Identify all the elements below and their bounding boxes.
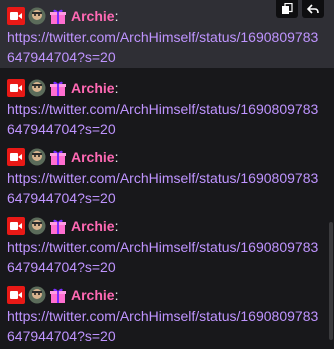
video-badge-icon[interactable] [7, 217, 25, 235]
username-colon: : [114, 80, 119, 96]
video-badge-icon[interactable] [7, 286, 25, 304]
chat-message[interactable]: Archie: https://twitter.com/ArchHimself/… [0, 0, 334, 68]
message-link[interactable]: https://twitter.com/ArchHimself/status/1… [7, 237, 323, 277]
chat-message[interactable]: Archie: https://twitter.com/ArchHimself/… [0, 141, 326, 209]
username-colon: : [114, 287, 119, 303]
chat-message-header: Archie: [7, 284, 320, 306]
chat-message[interactable]: Archie: https://twitter.com/ArchHimself/… [0, 279, 326, 347]
chat-scrollbar[interactable] [329, 222, 333, 340]
gift-badge-icon[interactable] [49, 286, 67, 304]
gift-badge-icon[interactable] [49, 79, 67, 97]
avatar-badge-icon[interactable] [28, 148, 46, 166]
chat-message-header: Archie: [7, 146, 320, 168]
username[interactable]: Archie [71, 6, 115, 26]
chat-panel: Archie: https://twitter.com/ArchHimself/… [0, 0, 334, 349]
gift-badge-icon[interactable] [49, 148, 67, 166]
copy-message-button[interactable] [276, 0, 298, 18]
avatar-badge-icon[interactable] [28, 7, 46, 25]
username-colon: : [114, 149, 119, 165]
video-badge-icon[interactable] [7, 148, 25, 166]
gift-badge-icon[interactable] [49, 217, 67, 235]
reply-icon [307, 4, 319, 14]
chat-message-header: Archie: [7, 215, 320, 237]
message-link[interactable]: https://twitter.com/ArchHimself/status/1… [7, 27, 323, 67]
chat-message-header: Archie: [7, 77, 320, 99]
username-colon: : [114, 8, 119, 24]
username[interactable]: Archie [71, 216, 115, 236]
username[interactable]: Archie [71, 147, 115, 167]
username-colon: : [114, 218, 119, 234]
avatar-badge-icon[interactable] [28, 217, 46, 235]
message-link[interactable]: https://twitter.com/ArchHimself/status/1… [7, 99, 323, 139]
gift-badge-icon[interactable] [49, 7, 67, 25]
avatar-badge-icon[interactable] [28, 79, 46, 97]
video-badge-icon[interactable] [7, 7, 25, 25]
message-link[interactable]: https://twitter.com/ArchHimself/status/1… [7, 306, 323, 346]
copy-icon [282, 3, 293, 14]
message-hover-actions [276, 0, 324, 18]
video-badge-icon[interactable] [7, 79, 25, 97]
reply-button[interactable] [302, 0, 324, 18]
chat-message[interactable]: Archie: https://twitter.com/ArchHimself/… [0, 210, 326, 278]
username[interactable]: Archie [71, 78, 115, 98]
avatar-badge-icon[interactable] [28, 286, 46, 304]
chat-message[interactable]: Archie: https://twitter.com/ArchHimself/… [0, 72, 326, 140]
username[interactable]: Archie [71, 285, 115, 305]
message-link[interactable]: https://twitter.com/ArchHimself/status/1… [7, 168, 323, 208]
